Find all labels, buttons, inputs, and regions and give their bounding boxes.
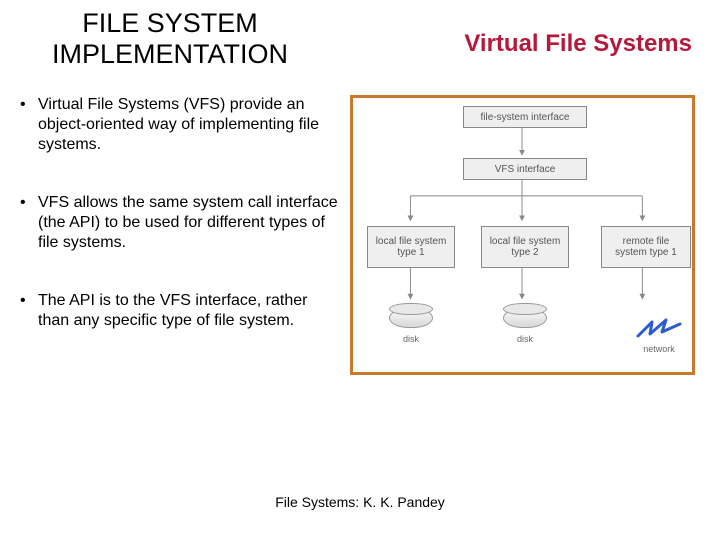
bullet-list: Virtual File Systems (VFS) provide an ob… (10, 95, 340, 375)
slide-footer: File Systems: K. K. Pandey (0, 494, 720, 510)
disk-icon (503, 308, 547, 328)
title-line1: FILE SYSTEM (82, 8, 258, 38)
box-fs-interface: file-system interface (463, 106, 587, 128)
box-local-fs-2: local file system type 2 (481, 226, 569, 268)
bullet-item: Virtual File Systems (VFS) provide an ob… (20, 95, 340, 155)
diagram-container: file-system interface VFS interface loca… (350, 95, 700, 375)
title-line2: IMPLEMENTATION (52, 39, 288, 69)
slide-content: Virtual File Systems (VFS) provide an ob… (0, 70, 720, 375)
box-local-fs-1: local file system type 1 (367, 226, 455, 268)
title-left: FILE SYSTEM IMPLEMENTATION (20, 8, 320, 70)
disk-label-2: disk (503, 334, 547, 344)
disk-icon (389, 308, 433, 328)
box-remote-fs-1: remote file system type 1 (601, 226, 691, 268)
network-icon: network (636, 318, 682, 354)
bullet-item: The API is to the VFS interface, rather … (20, 291, 340, 331)
network-label: network (643, 344, 675, 354)
slide-header: FILE SYSTEM IMPLEMENTATION Virtual File … (0, 0, 720, 70)
box-vfs-interface: VFS interface (463, 158, 587, 180)
disk-label-1: disk (389, 334, 433, 344)
vfs-diagram: file-system interface VFS interface loca… (350, 95, 695, 375)
bullet-item: VFS allows the same system call interfac… (20, 193, 340, 253)
title-right: Virtual File Systems (464, 8, 700, 58)
